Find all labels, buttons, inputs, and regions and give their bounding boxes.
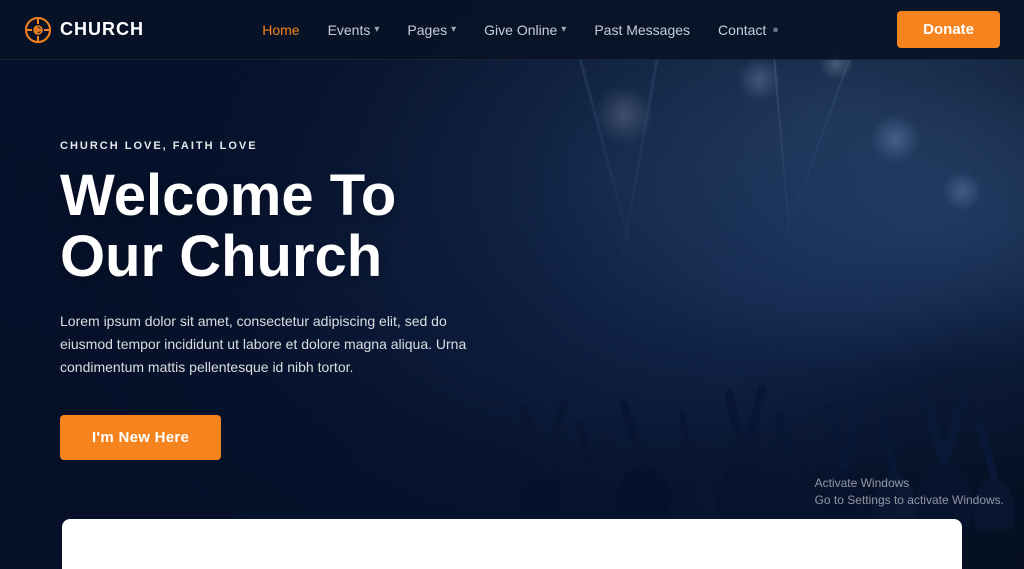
logo-icon	[24, 16, 52, 44]
logo-text: CHURCH	[60, 19, 144, 40]
nav-item-pages[interactable]: Pages ▾	[407, 22, 456, 38]
hero-title: Welcome To Our Church	[60, 166, 500, 288]
watermark-line1: Activate Windows	[815, 475, 1004, 492]
nav-item-home[interactable]: Home	[262, 22, 299, 38]
donate-button[interactable]: Donate	[897, 11, 1000, 48]
site-logo[interactable]: CHURCH	[24, 16, 144, 44]
windows-watermark: Activate Windows Go to Settings to activ…	[815, 475, 1004, 509]
hero-content: CHURCH LOVE, FAITH LOVE Welcome To Our C…	[60, 140, 500, 460]
nav-item-past-messages[interactable]: Past Messages	[594, 22, 690, 38]
contact-dot: ●	[772, 24, 779, 36]
nav-item-events[interactable]: Events ▾	[328, 22, 380, 38]
watermark-line2: Go to Settings to activate Windows.	[815, 492, 1004, 509]
navbar: CHURCH Home Events ▾ Pages ▾ Give Onl	[0, 0, 1024, 60]
hero-description: Lorem ipsum dolor sit amet, consectetur …	[60, 310, 500, 379]
hero-subtitle: CHURCH LOVE, FAITH LOVE	[60, 140, 500, 152]
new-here-button[interactable]: I'm New Here	[60, 415, 221, 460]
hero-section: CHURCH Home Events ▾ Pages ▾ Give Onl	[0, 0, 1024, 569]
chevron-down-icon: ▾	[451, 24, 456, 35]
chevron-down-icon: ▾	[374, 24, 379, 35]
nav-item-give[interactable]: Give Online ▾	[484, 22, 566, 38]
nav-links: Home Events ▾ Pages ▾ Give Online ▾	[262, 22, 779, 38]
chevron-down-icon: ▾	[561, 24, 566, 35]
bottom-panel	[62, 519, 962, 569]
nav-item-contact[interactable]: Contact ●	[718, 22, 779, 38]
